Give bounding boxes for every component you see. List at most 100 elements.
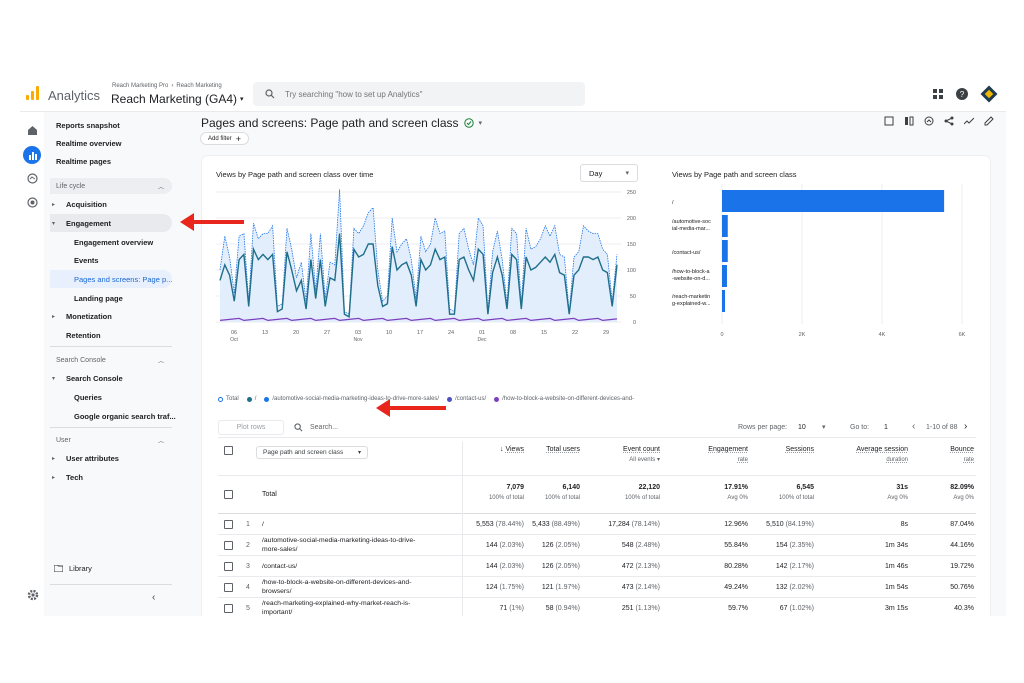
next-page-icon[interactable]: › — [964, 421, 967, 432]
metric-cell: 5,553 (78.44%) — [476, 521, 524, 528]
page-path[interactable]: /automotive-social-media-marketing-ideas… — [262, 537, 462, 554]
total-area — [220, 189, 617, 322]
insights-icon[interactable] — [924, 116, 934, 126]
totals-row: Total 7,079 100% of total 6,140 100% of tot… — [218, 476, 976, 514]
nav-google-organic-search[interactable]: Google organic search traf... — [74, 412, 176, 421]
expand-arrow-icon: ▸ — [52, 314, 56, 320]
trend-icon[interactable] — [964, 116, 974, 126]
lifecycle-section-header[interactable]: Life cycle ︿ — [50, 178, 172, 194]
total-cell: 82.09% Avg 0% — [950, 484, 974, 501]
legend-automotive[interactable]: /automotive-social-media-marketing-ideas… — [264, 396, 439, 402]
nav-realtime-pages[interactable]: Realtime pages — [56, 157, 111, 166]
column-header[interactable]: Average session duration — [856, 445, 908, 465]
legend-contact[interactable]: /contact-us/ — [447, 396, 486, 402]
share-icon[interactable] — [944, 116, 954, 126]
table-row[interactable]: 1 / 5,553 (78.44%) 5,433 (88.49%) 17,284 (78… — [218, 514, 976, 535]
nav-tech[interactable]: Tech — [66, 473, 83, 482]
nav-reports-snapshot[interactable]: Reports snapshot — [56, 121, 120, 130]
search-input[interactable] — [285, 89, 535, 99]
column-header[interactable]: Sessions — [786, 445, 814, 455]
row-checkbox[interactable] — [224, 541, 233, 550]
x-tick-label: 17 — [417, 330, 423, 336]
totals-checkbox[interactable] — [224, 490, 233, 499]
explore-icon[interactable] — [26, 172, 39, 185]
x-tick-label: 06 — [231, 330, 237, 336]
help-icon[interactable]: ? — [956, 88, 968, 100]
add-filter-button[interactable]: Add filter + — [200, 132, 249, 145]
nav-engagement[interactable]: Engagement — [66, 219, 111, 228]
line-chart-title: Views by Page path and screen class over… — [216, 170, 374, 179]
search-bar[interactable] — [253, 82, 585, 106]
row-checkbox[interactable] — [224, 583, 233, 592]
nav-landing-page[interactable]: Landing page — [74, 294, 123, 303]
row-checkbox[interactable] — [224, 604, 233, 613]
table-search-input[interactable]: Search... — [310, 424, 338, 431]
user-section-header[interactable]: User ︿ — [50, 432, 172, 448]
apps-grid-icon[interactable] — [933, 88, 944, 100]
edit-pencil-icon[interactable] — [984, 116, 994, 126]
settings-gear-icon[interactable] — [26, 588, 39, 601]
nav-realtime-overview[interactable]: Realtime overview — [56, 139, 121, 148]
prev-page-icon[interactable]: ‹ — [912, 421, 915, 432]
rows-per-page-select[interactable]: 10 — [798, 424, 806, 431]
home-icon[interactable] — [26, 124, 39, 137]
rows-per-page-label: Rows per page: — [738, 424, 788, 431]
nav-pages-and-screens[interactable]: Pages and screens: Page p... — [74, 275, 172, 284]
title-dropdown-icon[interactable]: ▾ — [479, 119, 483, 127]
metric-cell: 67 (1.02%) — [779, 605, 814, 612]
collapse-arrow-icon: ▾ — [52, 376, 56, 382]
table-row[interactable]: 5/reach-marketing-explained-why-market-r… — [218, 598, 976, 616]
advertising-icon[interactable] — [26, 196, 39, 209]
total-cell: 6,140 100% of total — [544, 484, 580, 501]
page-path[interactable]: / — [262, 521, 462, 530]
column-header[interactable]: ↓ Views — [500, 445, 524, 455]
row-checkbox[interactable] — [224, 562, 233, 571]
nav-events[interactable]: Events — [74, 256, 99, 265]
nav-queries[interactable]: Queries — [74, 393, 102, 402]
table-row[interactable]: 3/contact-us/144 (2.03%) 126 (2.05%) 472 (… — [218, 556, 976, 577]
nav-monetization[interactable]: Monetization — [66, 312, 112, 321]
search-console-section-header[interactable]: Search Console ︿ — [50, 352, 172, 368]
select-all-checkbox[interactable] — [224, 446, 233, 455]
table-row[interactable]: 4/how-to-block-a-website-on-different-de… — [218, 577, 976, 598]
x-tick-month: Nov — [354, 337, 363, 343]
nav-search-console[interactable]: Search Console — [66, 374, 123, 383]
reports-icon[interactable] — [23, 146, 41, 164]
chevron-down-icon[interactable]: ▾ — [822, 423, 826, 431]
page-path[interactable]: /how-to-block-a-website-on-different-dev… — [262, 579, 462, 596]
total-cell: 6,545 100% of total — [778, 484, 814, 501]
nav-acquisition[interactable]: Acquisition — [66, 200, 107, 209]
goto-input[interactable]: 1 — [884, 424, 888, 431]
legend-home[interactable]: / — [246, 396, 256, 402]
page-path[interactable]: /reach-marketing-explained-why-market-re… — [262, 600, 462, 616]
compare-icon[interactable] — [904, 116, 914, 126]
metric-cell: 548 (2.48%) — [621, 542, 660, 549]
plot-rows-button[interactable]: Plot rows — [218, 420, 284, 435]
row-checkbox[interactable] — [224, 520, 233, 529]
nav-user-attributes[interactable]: User attributes — [66, 454, 119, 463]
customize-report-icon[interactable] — [884, 116, 894, 126]
column-header[interactable]: Event count All events ▾ — [623, 445, 660, 465]
metric-cell: 1m 34s — [885, 542, 908, 549]
nav-engagement-overview[interactable]: Engagement overview — [74, 238, 153, 247]
legend-total[interactable]: Total — [218, 396, 239, 402]
account-breadcrumb[interactable]: Reach Marketing Pro › Reach Marketing — [112, 83, 222, 89]
metric-cell: 154 (2.35%) — [775, 542, 814, 549]
avatar[interactable] — [980, 85, 998, 103]
dimension-select[interactable]: Page path and screen class ▾ — [256, 446, 368, 459]
property-selector[interactable]: Reach Marketing (GA4) ▾ — [111, 92, 244, 106]
page-path[interactable]: /contact-us/ — [262, 563, 462, 572]
divider — [50, 427, 172, 428]
column-header[interactable]: Engagement rate — [708, 445, 748, 465]
nav-library[interactable]: Library — [54, 564, 92, 573]
legend-how-to-block[interactable]: /how-to-block-a-website-on-different-dev… — [494, 396, 634, 402]
granularity-select[interactable]: Day ▾ — [580, 164, 638, 182]
metric-cell: 472 (2.13%) — [621, 563, 660, 570]
divider — [50, 584, 172, 585]
collapse-sidebar-icon[interactable]: ‹ — [152, 592, 155, 603]
nav-retention[interactable]: Retention — [66, 331, 101, 340]
column-header[interactable]: Bounce rate — [950, 445, 974, 465]
table-row[interactable]: 2/automotive-social-media-marketing-idea… — [218, 535, 976, 556]
column-header[interactable]: Total users — [546, 445, 580, 455]
analytics-window: Analytics Reach Marketing Pro › Reach Mark… — [20, 76, 1006, 616]
